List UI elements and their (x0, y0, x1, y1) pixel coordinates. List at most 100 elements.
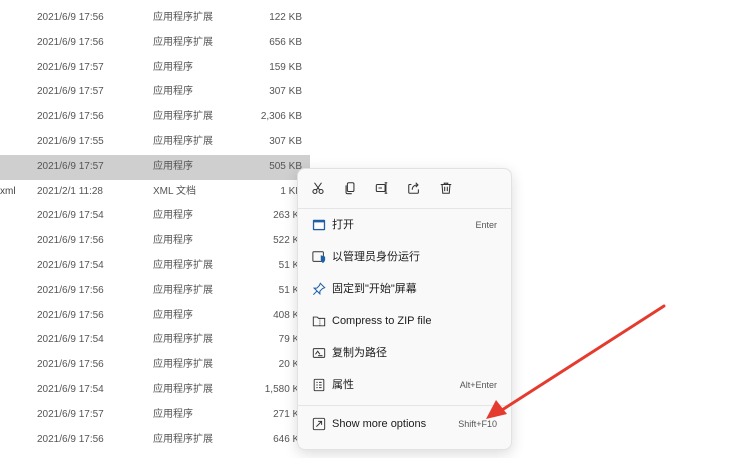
menu-item-label: 属性 (332, 379, 354, 391)
open-app-icon (312, 218, 326, 232)
menu-item-shortcut: Alt+Enter (459, 380, 497, 390)
file-size: 122 KB (269, 12, 302, 23)
menu-item-label: 复制为路径 (332, 347, 387, 359)
file-row[interactable]: 2021/6/9 17:56 应用程序 408 KI (0, 304, 310, 329)
file-size: 505 KB (269, 160, 302, 172)
share-icon (408, 182, 419, 194)
pin-icon (312, 282, 326, 296)
rename-button[interactable] (372, 178, 392, 198)
share-button[interactable] (404, 178, 424, 198)
menu-item-compress-zip[interactable]: Compress to ZIP file (304, 308, 505, 334)
more-options-icon (312, 417, 326, 431)
delete-icon (440, 182, 452, 194)
file-type: 应用程序 (153, 408, 193, 420)
file-date: 2021/6/9 17:54 (37, 383, 104, 395)
file-size: 522 KI (273, 235, 302, 247)
file-date: 2021/6/9 17:55 (37, 135, 104, 147)
file-row[interactable]: 2021/6/9 17:54 应用程序扩展 79 KI (0, 328, 310, 353)
file-date: 2021/6/9 17:57 (37, 61, 104, 73)
file-type: 应用程序扩展 (153, 135, 213, 147)
file-type: 应用程序扩展 (153, 359, 213, 371)
delete-button[interactable] (436, 178, 456, 198)
file-row[interactable]: 2021/6/9 17:57 应用程序 307 KB (0, 80, 310, 105)
menu-item-shortcut: Enter (475, 220, 497, 230)
file-date: 2021/6/9 17:56 (37, 359, 104, 371)
menu-item-label: Show more options (332, 418, 427, 430)
file-row[interactable]: 2021/6/9 17:54 应用程序扩展 1,580 KI (0, 378, 310, 403)
file-type: 应用程序 (153, 309, 193, 321)
menu-divider (298, 208, 511, 209)
copy-button[interactable] (340, 178, 360, 198)
file-date: 2021/6/9 17:54 (37, 259, 104, 271)
file-date: 2021/6/9 17:56 (37, 284, 104, 296)
menu-item-label: Compress to ZIP file (332, 315, 432, 327)
menu-item-run-as-admin[interactable]: 以管理员身份运行 (304, 244, 505, 270)
file-list: 2021/6/9 17:56 应用程序扩展 122 KB 2021/6/9 17:56… (0, 6, 310, 452)
cut-button[interactable] (308, 178, 328, 198)
file-type: 应用程序 (153, 61, 193, 73)
file-size: 2,306 KB (260, 111, 302, 123)
file-size: 307 KB (269, 135, 302, 147)
file-row[interactable]: 2021/6/9 17:54 应用程序 263 KI (0, 204, 310, 229)
file-date: 2021/6/9 17:57 (37, 160, 104, 172)
file-date: 2021/6/9 17:57 (37, 86, 104, 98)
file-row[interactable]: 2021/6/9 17:55 应用程序扩展 307 KB (0, 130, 310, 155)
file-row[interactable]: 2021/6/9 17:54 应用程序扩展 51 KI (0, 254, 310, 279)
menu-item-show-more-options[interactable]: Show more options Shift+F10 (304, 411, 505, 437)
properties-icon (312, 378, 326, 392)
file-size: 408 KI (273, 309, 302, 321)
file-date: 2021/6/9 17:56 (37, 36, 104, 48)
file-row[interactable]: 2021/6/9 17:56 应用程序 522 KI (0, 229, 310, 254)
file-size: 656 KB (269, 36, 302, 48)
file-row[interactable]: 2021/6/9 17:56 应用程序扩展 20 KI (0, 353, 310, 378)
file-size: 1,580 KI (264, 383, 302, 395)
file-date: 2021/2/1 11:28 (37, 185, 103, 197)
file-date: 2021/6/9 17:54 (37, 334, 104, 346)
file-row[interactable]: 2021/6/9 17:57 应用程序 271 KI (0, 403, 310, 428)
file-type: 应用程序 (153, 210, 193, 222)
file-type: 应用程序扩展 (153, 12, 213, 23)
file-type: 应用程序扩展 (153, 383, 213, 395)
file-date: 2021/6/9 17:57 (37, 408, 104, 420)
file-type: 应用程序扩展 (153, 36, 213, 48)
menu-item-copy-as-path[interactable]: 复制为路径 (304, 340, 505, 366)
file-row[interactable]: 2021/6/9 17:57 应用程序 159 KB (0, 56, 310, 81)
menu-item-properties[interactable]: 属性 Alt+Enter (304, 372, 505, 398)
menu-item-pin-to-start[interactable]: 固定到"开始"屏幕 (304, 276, 505, 302)
copy-icon (345, 182, 355, 195)
file-type: 应用程序扩展 (153, 111, 213, 123)
admin-shield-icon (312, 250, 326, 264)
file-type: 应用程序 (153, 160, 193, 172)
file-row[interactable]: 2021/6/9 17:56 应用程序扩展 646 KI (0, 428, 310, 453)
copy-path-icon (312, 346, 326, 360)
zip-folder-icon (312, 314, 326, 328)
context-menu-quick-actions (298, 169, 511, 207)
file-type: 应用程序扩展 (153, 433, 213, 445)
file-type: 应用程序扩展 (153, 284, 213, 296)
file-row[interactable]: xml 2021/2/1 11:28 XML 文档 1 KB (0, 180, 310, 205)
file-size: 20 KI (278, 359, 302, 371)
file-name: xml (0, 185, 16, 197)
file-date: 2021/6/9 17:56 (37, 433, 104, 445)
file-size: 646 KI (273, 433, 302, 445)
context-menu: 打开 Enter 以管理员身份运行 固定到"开始"屏幕 Compress to … (297, 168, 512, 450)
file-size: 51 KI (278, 259, 302, 271)
file-type: XML 文档 (153, 185, 196, 197)
file-row[interactable]: 2021/6/9 17:56 应用程序扩展 51 KI (0, 279, 310, 304)
file-type: 应用程序 (153, 235, 193, 247)
menu-item-open[interactable]: 打开 Enter (304, 212, 505, 238)
rename-icon (375, 182, 388, 194)
file-size: 79 KI (278, 334, 302, 346)
file-size: 1 KB (280, 185, 302, 197)
file-size: 51 KI (278, 284, 302, 296)
file-size: 263 KI (273, 210, 302, 222)
menu-item-shortcut: Shift+F10 (458, 419, 497, 429)
file-row[interactable]: 2021/6/9 17:56 应用程序扩展 2,306 KB (0, 105, 310, 130)
file-row[interactable]: 2021/6/9 17:57 应用程序 505 KB (0, 154, 310, 180)
cut-icon (312, 182, 324, 195)
file-row[interactable]: 2021/6/9 17:56 应用程序扩展 656 KB (0, 31, 310, 56)
file-type: 应用程序扩展 (153, 334, 213, 346)
menu-item-label: 打开 (332, 219, 354, 231)
file-row[interactable]: 2021/6/9 17:56 应用程序扩展 122 KB (0, 6, 310, 31)
file-size: 271 KI (273, 408, 302, 420)
